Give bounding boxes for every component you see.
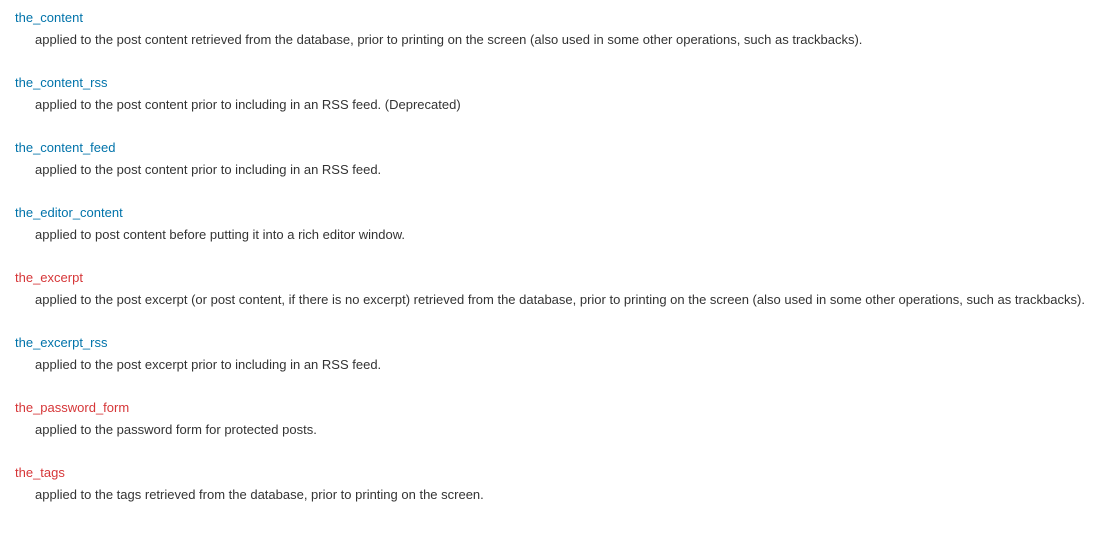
term-description: applied to post content before putting i… — [35, 225, 1085, 245]
term-description: applied to the post content retrieved fr… — [35, 30, 1085, 50]
term-link-the-content[interactable]: the_content — [15, 10, 83, 25]
term-description: applied to the password form for protect… — [35, 420, 1085, 440]
term-entry: the_password_form — [15, 398, 1085, 418]
term-entry: the_content_rss — [15, 73, 1085, 93]
term-link-the-excerpt[interactable]: the_excerpt — [15, 270, 83, 285]
term-link-the-tags[interactable]: the_tags — [15, 465, 65, 480]
term-link-the-password-form[interactable]: the_password_form — [15, 400, 129, 415]
term-description: applied to the post excerpt (or post con… — [35, 290, 1085, 310]
term-description: applied to the post content prior to inc… — [35, 95, 1085, 115]
term-description: applied to the post excerpt prior to inc… — [35, 355, 1085, 375]
definition-list: the_content applied to the post content … — [15, 8, 1085, 504]
term-entry: the_content — [15, 8, 1085, 28]
term-link-the-excerpt-rss[interactable]: the_excerpt_rss — [15, 335, 108, 350]
term-entry: the_content_feed — [15, 138, 1085, 158]
term-link-the-content-feed[interactable]: the_content_feed — [15, 140, 115, 155]
term-entry: the_editor_content — [15, 203, 1085, 223]
term-entry: the_excerpt — [15, 268, 1085, 288]
term-link-the-editor-content[interactable]: the_editor_content — [15, 205, 123, 220]
term-description: applied to the tags retrieved from the d… — [35, 485, 1085, 505]
term-entry: the_excerpt_rss — [15, 333, 1085, 353]
term-description: applied to the post content prior to inc… — [35, 160, 1085, 180]
term-entry: the_tags — [15, 463, 1085, 483]
term-link-the-content-rss[interactable]: the_content_rss — [15, 75, 108, 90]
